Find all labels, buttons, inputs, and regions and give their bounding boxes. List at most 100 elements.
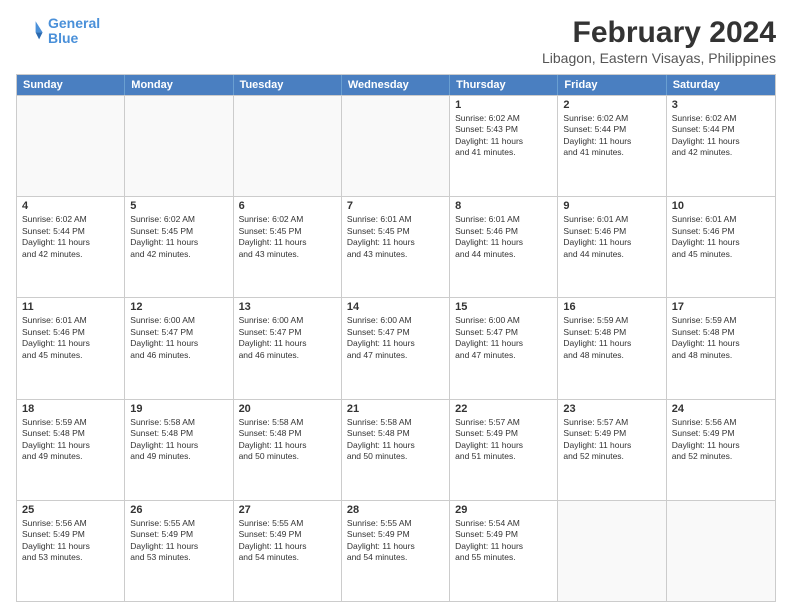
day-number: 28 <box>347 504 444 516</box>
day-info: Sunrise: 6:02 AM Sunset: 5:45 PM Dayligh… <box>130 214 227 260</box>
day-number: 18 <box>22 403 119 415</box>
day-number: 5 <box>130 200 227 212</box>
calendar-cell: 25Sunrise: 5:56 AM Sunset: 5:49 PM Dayli… <box>17 501 125 601</box>
day-info: Sunrise: 6:00 AM Sunset: 5:47 PM Dayligh… <box>347 315 444 361</box>
day-number: 2 <box>563 99 660 111</box>
day-info: Sunrise: 5:58 AM Sunset: 5:48 PM Dayligh… <box>130 417 227 463</box>
calendar-cell: 20 Sunrise: 5:58 AM Sunset: 5:48 PM Dayli… <box>234 400 342 500</box>
day-number: 13 <box>239 301 336 313</box>
title-block: February 2024 Libagon, Eastern Visayas, … <box>542 16 776 66</box>
day-info: Sunrise: 6:02 AM Sunset: 5:45 PM Dayligh… <box>239 214 336 260</box>
day-number: 3 <box>672 99 770 111</box>
page: General Blue February 2024 Libagon, East… <box>0 0 792 612</box>
day-info: Sunrise: 6:01 AM Sunset: 5:46 PM Dayligh… <box>22 315 119 361</box>
header-day-wednesday: Wednesday <box>342 75 450 95</box>
day-info: Sunrise: 5:55 AM Sunset: 5:49 PM Dayligh… <box>130 518 227 564</box>
day-number: 7 <box>347 200 444 212</box>
day-number: 16 <box>563 301 660 313</box>
day-number: 4 <box>22 200 119 212</box>
day-number: 19 <box>130 403 227 415</box>
logo-text: General Blue <box>48 16 100 47</box>
calendar-cell: 19 Sunrise: 5:58 AM Sunset: 5:48 PM Dayli… <box>125 400 233 500</box>
day-info: Sunrise: 6:01 AM Sunset: 5:46 PM Dayligh… <box>563 214 660 260</box>
day-number: 26 <box>130 504 227 516</box>
calendar-cell: 5 Sunrise: 6:02 AM Sunset: 5:45 PM Daylig… <box>125 197 233 297</box>
header: General Blue February 2024 Libagon, East… <box>16 16 776 66</box>
day-info: Sunrise: 5:59 AM Sunset: 5:48 PM Dayligh… <box>672 315 770 361</box>
calendar-cell: 28Sunrise: 5:55 AM Sunset: 5:49 PM Dayli… <box>342 501 450 601</box>
day-info: Sunrise: 5:58 AM Sunset: 5:48 PM Dayligh… <box>239 417 336 463</box>
logo: General Blue <box>16 16 100 47</box>
day-info: Sunrise: 6:01 AM Sunset: 5:46 PM Dayligh… <box>455 214 552 260</box>
calendar-cell: 23 Sunrise: 5:57 AM Sunset: 5:49 PM Dayli… <box>558 400 666 500</box>
day-info: Sunrise: 5:59 AM Sunset: 5:48 PM Dayligh… <box>563 315 660 361</box>
calendar-row-1: 4 Sunrise: 6:02 AM Sunset: 5:44 PM Daylig… <box>17 196 775 297</box>
calendar-cell: 10 Sunrise: 6:01 AM Sunset: 5:46 PM Dayli… <box>667 197 775 297</box>
day-number: 22 <box>455 403 552 415</box>
calendar-body: 1 Sunrise: 6:02 AM Sunset: 5:43 PM Daylig… <box>17 95 775 601</box>
day-info: Sunrise: 5:59 AM Sunset: 5:48 PM Dayligh… <box>22 417 119 463</box>
day-number: 11 <box>22 301 119 313</box>
day-info: Sunrise: 5:55 AM Sunset: 5:49 PM Dayligh… <box>239 518 336 564</box>
calendar: SundayMondayTuesdayWednesdayThursdayFrid… <box>16 74 776 602</box>
day-number: 25 <box>22 504 119 516</box>
day-number: 9 <box>563 200 660 212</box>
day-number: 12 <box>130 301 227 313</box>
day-info: Sunrise: 5:58 AM Sunset: 5:48 PM Dayligh… <box>347 417 444 463</box>
day-info: Sunrise: 6:02 AM Sunset: 5:44 PM Dayligh… <box>563 113 660 159</box>
calendar-cell: 1 Sunrise: 6:02 AM Sunset: 5:43 PM Daylig… <box>450 96 558 196</box>
day-info: Sunrise: 6:01 AM Sunset: 5:46 PM Dayligh… <box>672 214 770 260</box>
header-day-saturday: Saturday <box>667 75 775 95</box>
main-title: February 2024 <box>542 16 776 50</box>
calendar-cell: 6 Sunrise: 6:02 AM Sunset: 5:45 PM Daylig… <box>234 197 342 297</box>
day-number: 20 <box>239 403 336 415</box>
day-number: 24 <box>672 403 770 415</box>
day-info: Sunrise: 6:02 AM Sunset: 5:43 PM Dayligh… <box>455 113 552 159</box>
day-info: Sunrise: 6:00 AM Sunset: 5:47 PM Dayligh… <box>239 315 336 361</box>
day-number: 17 <box>672 301 770 313</box>
calendar-cell: 7 Sunrise: 6:01 AM Sunset: 5:45 PM Daylig… <box>342 197 450 297</box>
day-number: 21 <box>347 403 444 415</box>
calendar-cell: 11 Sunrise: 6:01 AM Sunset: 5:46 PM Dayli… <box>17 298 125 398</box>
day-info: Sunrise: 6:00 AM Sunset: 5:47 PM Dayligh… <box>455 315 552 361</box>
day-info: Sunrise: 6:00 AM Sunset: 5:47 PM Dayligh… <box>130 315 227 361</box>
header-day-monday: Monday <box>125 75 233 95</box>
day-number: 23 <box>563 403 660 415</box>
header-day-friday: Friday <box>558 75 666 95</box>
header-day-thursday: Thursday <box>450 75 558 95</box>
day-info: Sunrise: 6:01 AM Sunset: 5:45 PM Dayligh… <box>347 214 444 260</box>
calendar-cell: 8Sunrise: 6:01 AM Sunset: 5:46 PM Daylig… <box>450 197 558 297</box>
logo-line2: Blue <box>48 30 78 46</box>
day-number: 10 <box>672 200 770 212</box>
calendar-cell <box>17 96 125 196</box>
day-number: 29 <box>455 504 552 516</box>
day-info: Sunrise: 6:02 AM Sunset: 5:44 PM Dayligh… <box>22 214 119 260</box>
calendar-row-4: 25Sunrise: 5:56 AM Sunset: 5:49 PM Dayli… <box>17 500 775 601</box>
calendar-cell: 17 Sunrise: 5:59 AM Sunset: 5:48 PM Dayli… <box>667 298 775 398</box>
calendar-cell: 29 Sunrise: 5:54 AM Sunset: 5:49 PM Dayli… <box>450 501 558 601</box>
calendar-cell: 12 Sunrise: 6:00 AM Sunset: 5:47 PM Dayli… <box>125 298 233 398</box>
calendar-row-2: 11 Sunrise: 6:01 AM Sunset: 5:46 PM Dayli… <box>17 297 775 398</box>
day-info: Sunrise: 5:54 AM Sunset: 5:49 PM Dayligh… <box>455 518 552 564</box>
calendar-cell: 24 Sunrise: 5:56 AM Sunset: 5:49 PM Dayli… <box>667 400 775 500</box>
day-info: Sunrise: 5:57 AM Sunset: 5:49 PM Dayligh… <box>455 417 552 463</box>
calendar-cell: 16 Sunrise: 5:59 AM Sunset: 5:48 PM Dayli… <box>558 298 666 398</box>
subtitle: Libagon, Eastern Visayas, Philippines <box>542 50 776 66</box>
day-info: Sunrise: 5:57 AM Sunset: 5:49 PM Dayligh… <box>563 417 660 463</box>
calendar-cell <box>342 96 450 196</box>
header-day-tuesday: Tuesday <box>234 75 342 95</box>
day-number: 1 <box>455 99 552 111</box>
calendar-row-3: 18 Sunrise: 5:59 AM Sunset: 5:48 PM Dayli… <box>17 399 775 500</box>
calendar-cell <box>234 96 342 196</box>
day-number: 6 <box>239 200 336 212</box>
day-info: Sunrise: 6:02 AM Sunset: 5:44 PM Dayligh… <box>672 113 770 159</box>
logo-icon <box>16 17 44 45</box>
calendar-cell: 18 Sunrise: 5:59 AM Sunset: 5:48 PM Dayli… <box>17 400 125 500</box>
calendar-cell: 21 Sunrise: 5:58 AM Sunset: 5:48 PM Dayli… <box>342 400 450 500</box>
day-number: 27 <box>239 504 336 516</box>
calendar-cell: 26 Sunrise: 5:55 AM Sunset: 5:49 PM Dayli… <box>125 501 233 601</box>
calendar-cell: 13 Sunrise: 6:00 AM Sunset: 5:47 PM Dayli… <box>234 298 342 398</box>
calendar-cell: 2 Sunrise: 6:02 AM Sunset: 5:44 PM Daylig… <box>558 96 666 196</box>
day-info: Sunrise: 5:56 AM Sunset: 5:49 PM Dayligh… <box>672 417 770 463</box>
day-number: 15 <box>455 301 552 313</box>
